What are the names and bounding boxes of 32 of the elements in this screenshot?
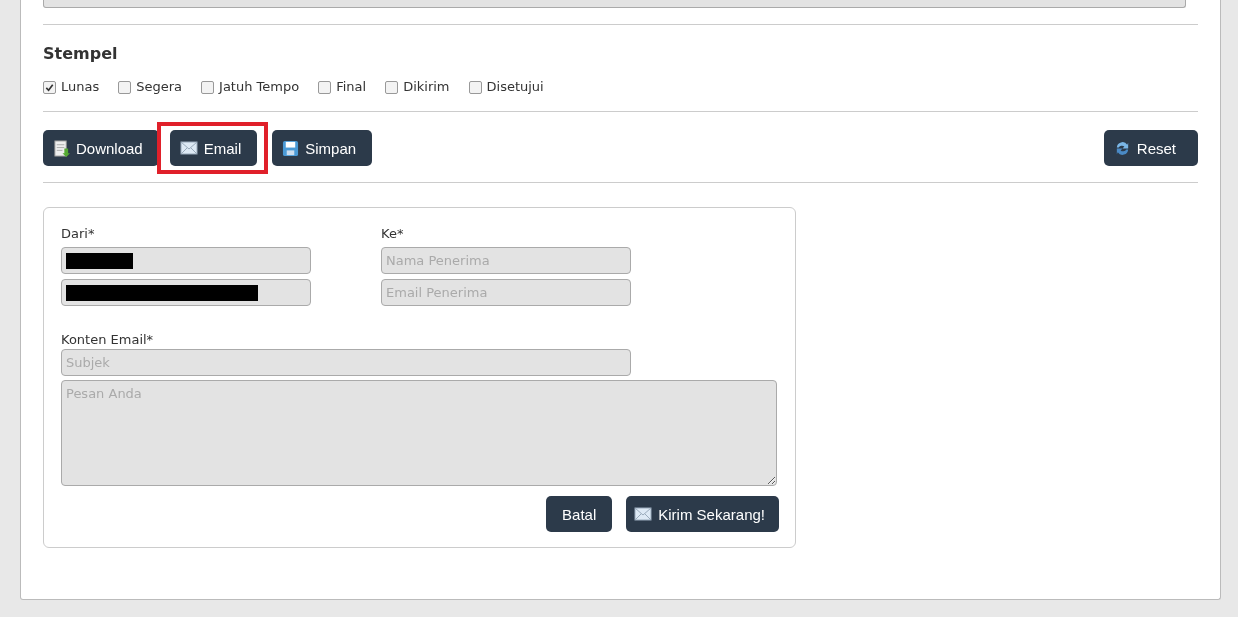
message-field[interactable]: Pesan Anda	[61, 380, 777, 486]
input-field[interactable]: Email Penerima	[381, 279, 631, 306]
subject-field[interactable]: Subjek	[61, 349, 631, 376]
action-button[interactable]: Simpan	[272, 130, 373, 166]
cancel-button[interactable]: Batal	[546, 496, 613, 532]
checkbox[interactable]	[385, 80, 399, 94]
checkbox-label: Segera	[136, 79, 183, 95]
checkbox-label: Disetujui	[486, 79, 544, 95]
action-button[interactable]: Email	[169, 130, 258, 166]
checkbox-label: Lunas	[61, 79, 100, 95]
checkbox[interactable]	[201, 80, 215, 94]
document-icon	[53, 139, 70, 157]
section-heading: Stempel	[43, 44, 119, 64]
checkbox-label: Dikirim	[403, 79, 450, 95]
envelope-icon	[179, 139, 198, 157]
input-field[interactable]	[61, 247, 311, 274]
text-area[interactable]	[43, 0, 1186, 8]
checkbox[interactable]	[43, 80, 56, 94]
checkbox[interactable]	[318, 80, 332, 94]
send-button[interactable]: Kirim Sekarang!	[626, 496, 779, 532]
field-label: Konten Email*	[61, 331, 155, 348]
input-field[interactable]	[61, 279, 311, 306]
field-label: Ke*	[381, 225, 405, 242]
checkbox-label: Jatuh Tempo	[219, 79, 300, 95]
input-field[interactable]: Nama Penerima	[381, 247, 631, 274]
checkbox-label: Final	[336, 79, 367, 95]
envelope-icon	[634, 505, 653, 523]
action-button[interactable]: Download	[43, 130, 159, 166]
checkbox[interactable]	[468, 80, 482, 94]
reset-button[interactable]: Reset	[1103, 130, 1198, 166]
field-label: Dari*	[61, 225, 96, 242]
checkbox[interactable]	[118, 80, 132, 94]
